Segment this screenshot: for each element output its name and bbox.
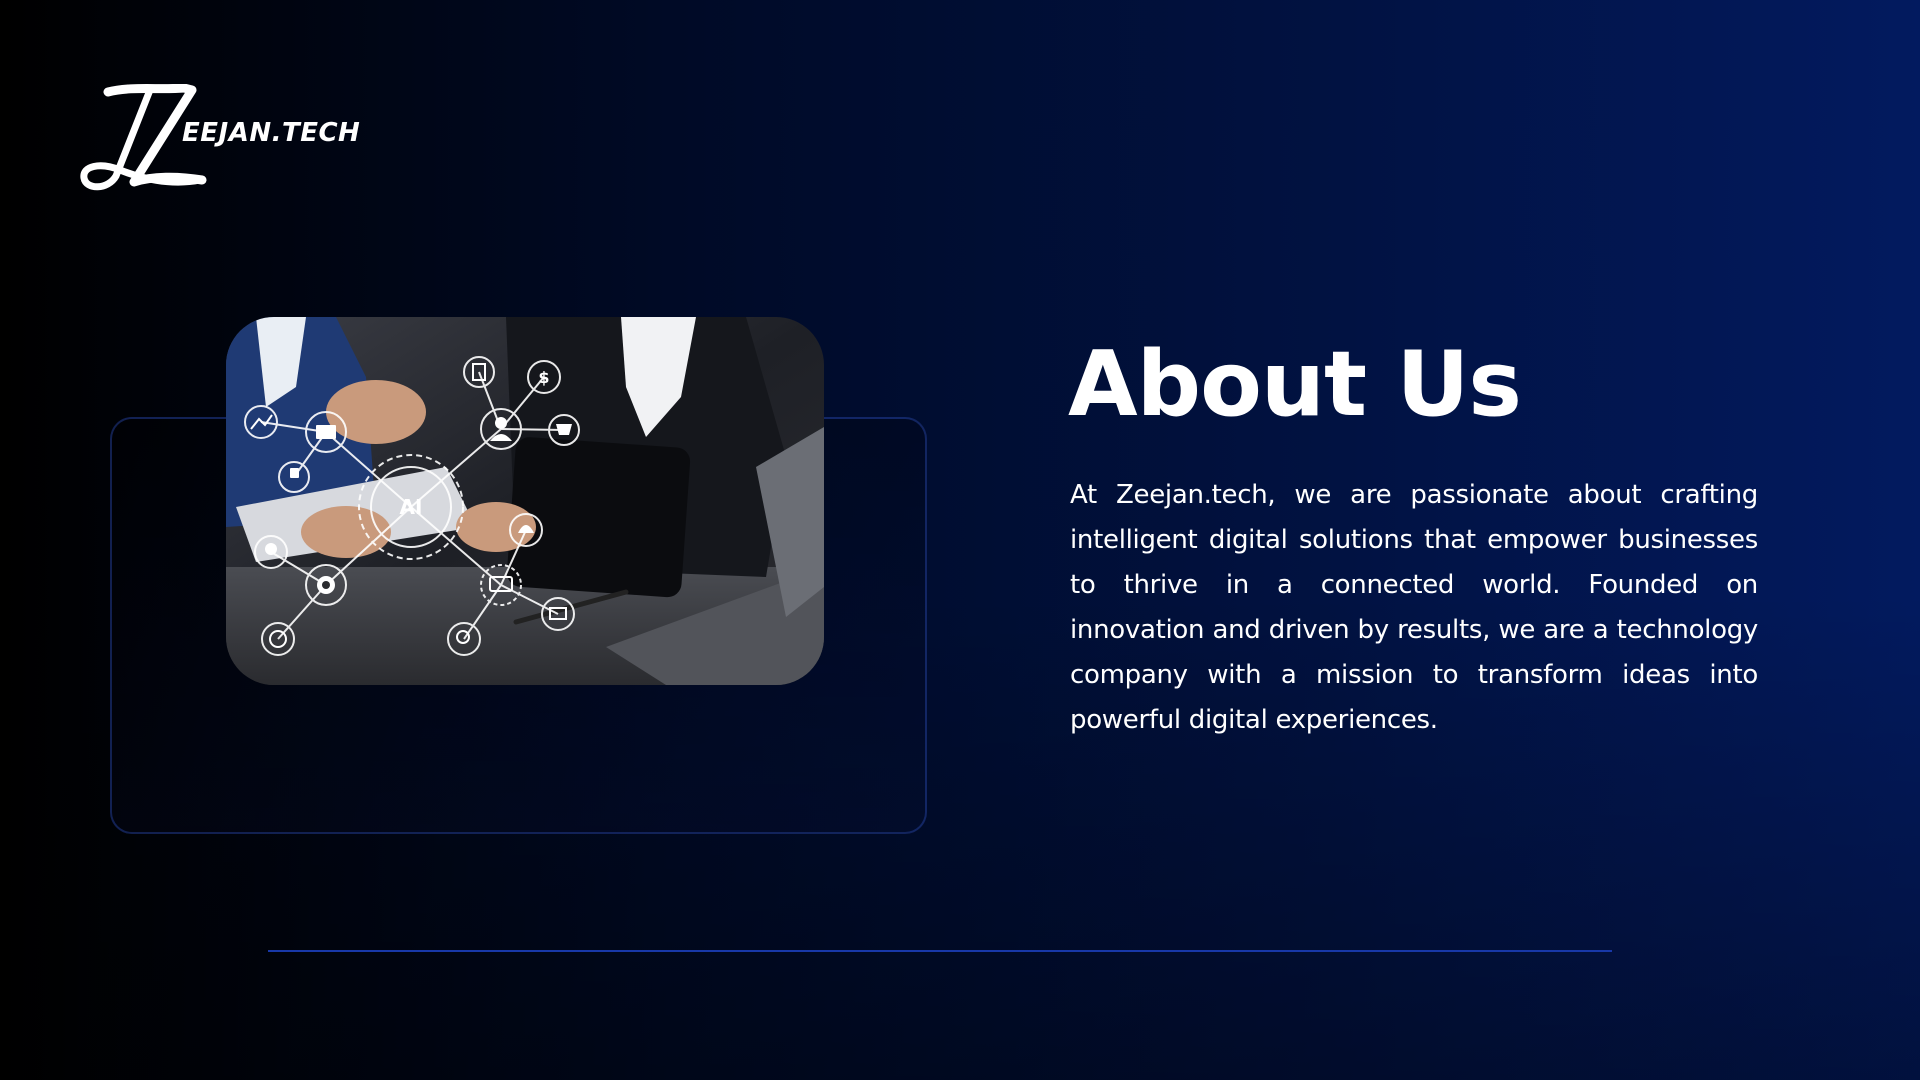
brand-logo[interactable]: EEJAN.TECH — [80, 84, 360, 194]
ai-node-label: AI — [400, 495, 423, 519]
svg-text:$: $ — [538, 368, 549, 387]
business-ai-photo: AI $ — [226, 317, 824, 685]
about-description: At Zeejan.tech, we are passionate about … — [1070, 480, 1758, 735]
page-title: About Us — [1068, 332, 1522, 437]
brand-name: EEJAN.TECH — [182, 118, 361, 148]
bottom-divider — [268, 950, 1612, 952]
